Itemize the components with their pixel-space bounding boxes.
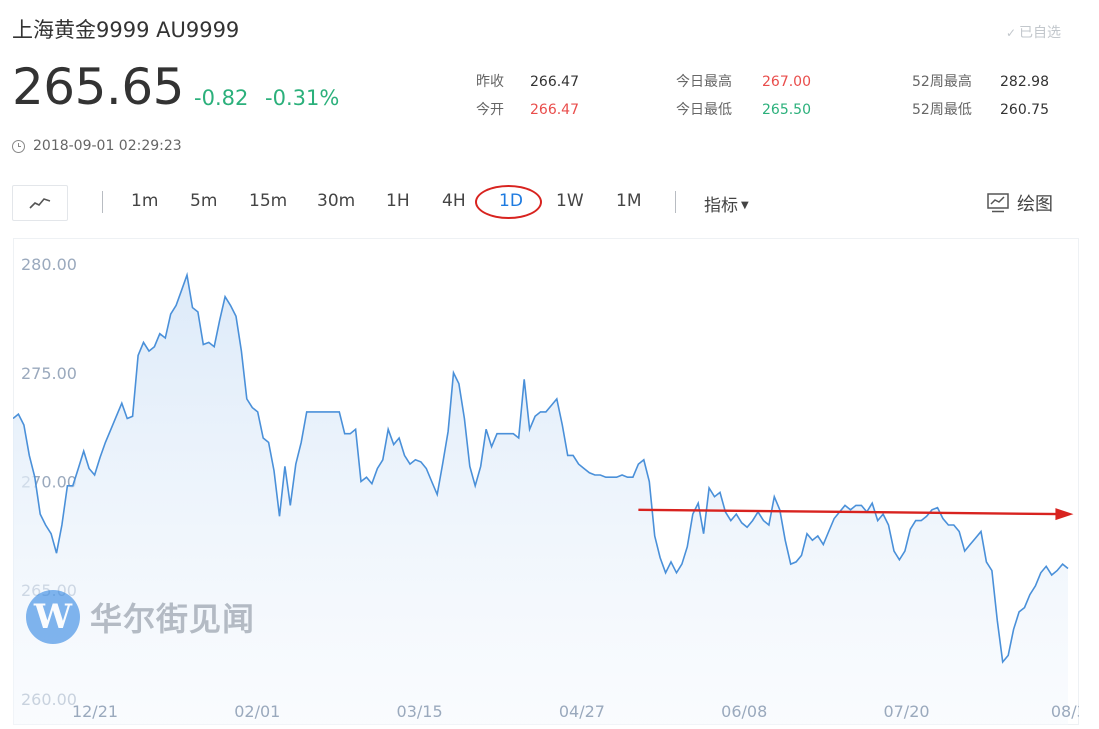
draw-chart-icon bbox=[987, 193, 1009, 213]
y-tick-label: 280.00 bbox=[21, 255, 77, 274]
line-chart-icon bbox=[29, 198, 51, 209]
x-tick-label: 04/27 bbox=[559, 702, 605, 721]
clock-icon bbox=[12, 139, 25, 153]
timestamp: 2018-09-01 02:29:23 bbox=[33, 138, 182, 154]
prev-close-value: 266.47 bbox=[530, 74, 579, 90]
check-icon: ✓ bbox=[1005, 26, 1016, 40]
tab-30m[interactable]: 30m bbox=[317, 191, 355, 211]
watchlist-toggle[interactable]: ✓ 已自选 bbox=[1006, 22, 1061, 42]
toolbar-divider bbox=[102, 191, 103, 213]
open-value: 266.47 bbox=[530, 102, 579, 118]
day-low-label: 今日最低 bbox=[676, 102, 732, 118]
day-high-label: 今日最高 bbox=[676, 74, 732, 90]
tab-4h[interactable]: 4H bbox=[442, 191, 466, 211]
tab-1mo[interactable]: 1M bbox=[616, 191, 641, 211]
watermark-text: 华尔街见闻 bbox=[90, 600, 256, 638]
stats-col-3: 52周最高 282.98 52周最低 260.75 bbox=[912, 68, 1049, 124]
tab-1h[interactable]: 1H bbox=[386, 191, 410, 211]
week52-low-label: 52周最低 bbox=[912, 102, 972, 118]
draw-button[interactable]: 绘图 bbox=[987, 190, 1053, 216]
open-label: 今开 bbox=[476, 102, 504, 118]
stats-col-2: 今日最高 267.00 今日最低 265.50 bbox=[676, 68, 811, 124]
toolbar-divider bbox=[675, 191, 676, 213]
watchlist-label: 已自选 bbox=[1019, 25, 1061, 41]
draw-label: 绘图 bbox=[1017, 194, 1053, 215]
x-tick-label: 02/01 bbox=[234, 702, 280, 721]
watermark: W 华尔街见闻 bbox=[26, 590, 255, 644]
caret-down-icon: ▼ bbox=[741, 200, 749, 211]
x-tick-label: 06/08 bbox=[721, 702, 767, 721]
price-area bbox=[13, 275, 1068, 725]
week52-high-value: 282.98 bbox=[1000, 74, 1049, 90]
timestamp-row: 2018-09-01 02:29:23 bbox=[12, 138, 182, 154]
indicators-label: 指标 bbox=[704, 196, 738, 216]
x-tick-label: 12/21 bbox=[72, 702, 118, 721]
week52-high-label: 52周最高 bbox=[912, 74, 972, 90]
tab-15m[interactable]: 15m bbox=[249, 191, 287, 211]
tab-1w[interactable]: 1W bbox=[556, 191, 584, 211]
y-tick-label: 275.00 bbox=[21, 364, 77, 383]
tab-1m[interactable]: 1m bbox=[131, 191, 158, 211]
stats-col-1: 昨收 266.47 今开 266.47 bbox=[476, 68, 579, 124]
indicators-dropdown[interactable]: 指标 ▼ bbox=[704, 191, 749, 216]
x-tick-label: 07/20 bbox=[883, 702, 929, 721]
price-change: -0.82 bbox=[194, 86, 249, 110]
instrument-title: 上海黄金9999 AU9999 bbox=[12, 18, 240, 42]
last-price: 265.65 bbox=[12, 58, 184, 116]
price-change-percent: -0.31% bbox=[265, 86, 340, 110]
price-chart-svg: 280.00275.00270.00265.00260.00 12/2102/0… bbox=[12, 238, 1087, 725]
x-tick-label: 03/15 bbox=[397, 702, 443, 721]
price-chart[interactable]: 280.00275.00270.00265.00260.00 12/2102/0… bbox=[12, 238, 1087, 725]
x-tick-label: 08/3 bbox=[1051, 702, 1079, 721]
day-low-value: 265.50 bbox=[762, 102, 811, 118]
trend-arrow-head bbox=[1055, 508, 1074, 521]
annotation-circle bbox=[475, 185, 542, 219]
day-high-value: 267.00 bbox=[762, 74, 811, 90]
chart-type-button[interactable] bbox=[12, 185, 68, 221]
watermark-logo-icon: W bbox=[26, 590, 80, 644]
prev-close-label: 昨收 bbox=[476, 74, 504, 90]
tab-5m[interactable]: 5m bbox=[190, 191, 217, 211]
week52-low-value: 260.75 bbox=[1000, 102, 1049, 118]
